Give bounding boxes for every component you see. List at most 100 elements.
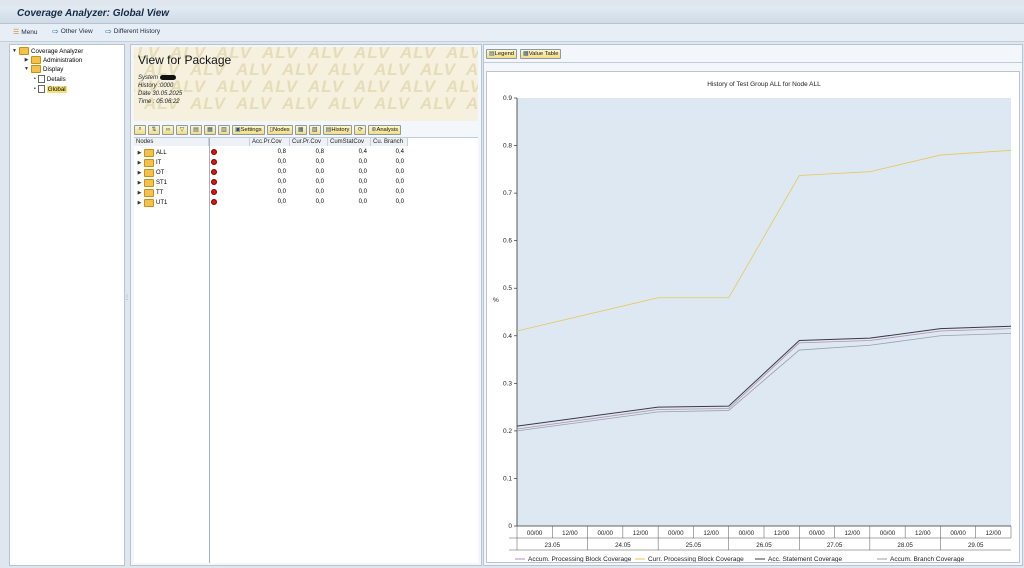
analysis-button[interactable]: ⊛ Analysis (368, 124, 402, 135)
alv-watermark-text: ALV (282, 94, 319, 113)
status-red-light-icon (211, 149, 217, 155)
find-button[interactable]: ∞ (162, 124, 174, 135)
alv-watermark-text: ALV (190, 94, 227, 113)
time-info: Time : 05:06:22 (138, 99, 180, 105)
tree-node-administration[interactable]: ▶ Administration (24, 56, 82, 64)
status-red-light-icon (211, 169, 217, 175)
node-label: TT (156, 189, 164, 196)
legend-entry: Accum. Branch Coverage (890, 556, 964, 562)
node-label: OT (156, 169, 165, 176)
magnifier-icon: ⌕ (138, 126, 142, 132)
value-table-button[interactable]: ▦ Value Table (520, 48, 562, 59)
history-line-chart: History of Test Group ALL for Node ALL% 0… (493, 81, 1012, 563)
export-icon: ▦ (207, 127, 213, 133)
tree-node-ot[interactable]: ▶ OT (137, 168, 164, 177)
y-tick-label: 0.7 (503, 190, 512, 197)
history-button[interactable]: ▤ History (322, 124, 353, 135)
arrow-right-icon: ⇨ (105, 27, 112, 36)
bullet-icon: • (34, 76, 36, 82)
x-hour-label: 00/00 (668, 530, 684, 537)
menu-icon: ☰ (13, 29, 20, 36)
collapsed-triangle-icon: ▶ (137, 149, 142, 156)
legend-entry: Acc. Statement Coverage (768, 556, 842, 562)
x-hour-label: 00/00 (739, 530, 755, 537)
value-table-label: Value Table (528, 50, 559, 57)
expanded-triangle-icon: ▼ (12, 48, 17, 54)
x-day-label: 26.05 (756, 542, 772, 549)
history-chart[interactable]: History of Test Group ALL for Node ALL% 0… (486, 71, 1020, 563)
details-button[interactable]: ⌕ (134, 124, 146, 135)
refresh-button[interactable]: ⟳ (354, 124, 367, 135)
sort-button[interactable]: ⇅ (148, 124, 160, 135)
grid-separator (209, 138, 210, 563)
column-header-status[interactable] (210, 138, 250, 146)
status-red-light-icon (211, 199, 217, 205)
folder-icon (144, 198, 154, 207)
grid-cell-stat: 0,0 (358, 169, 367, 175)
nodes-button[interactable]: ▯ Nodes (266, 124, 293, 135)
expanded-triangle-icon: ▼ (24, 66, 29, 72)
print-button[interactable]: ▤ (190, 124, 202, 135)
y-tick-label: 0.1 (503, 475, 512, 482)
chart-tabs: ▤ Legend ▦ Value Table (484, 45, 1022, 63)
node-label: ALL (156, 149, 167, 156)
alv-watermark-text: ALV (420, 94, 457, 113)
column-header-cu-branch[interactable]: Cu. Branch (371, 138, 408, 146)
tree-node-display[interactable]: ▼ Display (24, 65, 63, 73)
redacted-system-id (159, 75, 176, 80)
grid-cell-stat: 0,0 (358, 179, 367, 185)
y-tick-label: 0.3 (503, 380, 512, 387)
export-button[interactable]: ▦ (204, 124, 216, 135)
column-header-cur-pr-cov[interactable]: Cur.Pr.Cov (290, 138, 328, 146)
layout-button[interactable]: ▥ (218, 124, 230, 135)
menu-button[interactable]: ☰ Menu (13, 28, 38, 37)
left-splitter[interactable]: ⋮ (123, 44, 130, 564)
chart-title: History of Test Group ALL for Node ALL (707, 81, 821, 88)
chart-button[interactable]: ▧ (308, 124, 321, 135)
column-header-cumstatcov[interactable]: CumStatCov (328, 138, 371, 146)
legend-entry: Curr. Processing Block Coverage (648, 556, 744, 562)
column-header-nodes[interactable]: Nodes (134, 138, 209, 146)
different-history-button[interactable]: ⇨ Different History (105, 27, 160, 36)
alv-watermark-text: ALV (328, 94, 365, 113)
x-hour-label: 00/00 (950, 530, 966, 537)
alv-watermark-text: ALV (374, 94, 411, 113)
grid-cell-branch: 0,0 (395, 199, 404, 205)
collapsed-triangle-icon: ▶ (137, 199, 142, 206)
tree-node-it[interactable]: ▶ IT (137, 158, 161, 167)
tree-node-global[interactable]: • Global (34, 85, 67, 93)
tree-node-all[interactable]: ▶ ALL (137, 148, 167, 157)
tree-node-st1[interactable]: ▶ ST1 (137, 178, 167, 187)
grid-cell-stat: 0,4 (358, 149, 367, 155)
chart-icon: ▧ (311, 127, 318, 133)
tree-node-details[interactable]: • Details (34, 75, 66, 83)
tree-node-tt[interactable]: ▶ TT (137, 188, 163, 197)
x-hour-label: 00/00 (880, 530, 896, 537)
tree-node-ut1[interactable]: ▶ UT1 (137, 198, 167, 207)
x-hour-label: 12/00 (633, 530, 649, 537)
grid-button[interactable]: ▦ (294, 124, 307, 135)
legend-entry: Accum. Processing Block Coverage (528, 556, 632, 562)
node-label: IT (156, 159, 162, 166)
date-info: Date 30.05.2025 (138, 91, 183, 97)
other-view-button[interactable]: ⇨ Other View (52, 28, 93, 36)
tree-node-coverage-analyzer[interactable]: ▼ Coverage Analyzer (12, 47, 83, 55)
x-hour-label: 12/00 (774, 530, 790, 537)
application-toolbar: ☰ Menu ⇨ Other View ⇨ Different History (0, 24, 1024, 42)
tree-label: Display (43, 65, 64, 73)
printer-icon: ▤ (193, 127, 199, 133)
grid-cell-branch: 0,0 (395, 159, 404, 165)
legend-button[interactable]: ▤ Legend (486, 48, 518, 59)
system-info: System (138, 75, 176, 81)
y-tick-label: 0.9 (503, 95, 512, 102)
bullet-icon: • (34, 86, 36, 92)
view-title: View for Package (138, 53, 232, 67)
legend-label: Legend (494, 50, 515, 57)
y-tick-label: 0.8 (503, 143, 512, 150)
title-bar: Coverage Analyzer: Global View (0, 6, 1024, 24)
settings-button[interactable]: ▣ Settings (232, 124, 265, 135)
grid-cell-cur: 0,0 (315, 159, 324, 165)
binoculars-icon: ∞ (165, 126, 171, 133)
filter-button[interactable]: ▽ (176, 124, 188, 135)
column-header-acc-pr-cov[interactable]: Acc.Pr.Cov (250, 138, 290, 146)
